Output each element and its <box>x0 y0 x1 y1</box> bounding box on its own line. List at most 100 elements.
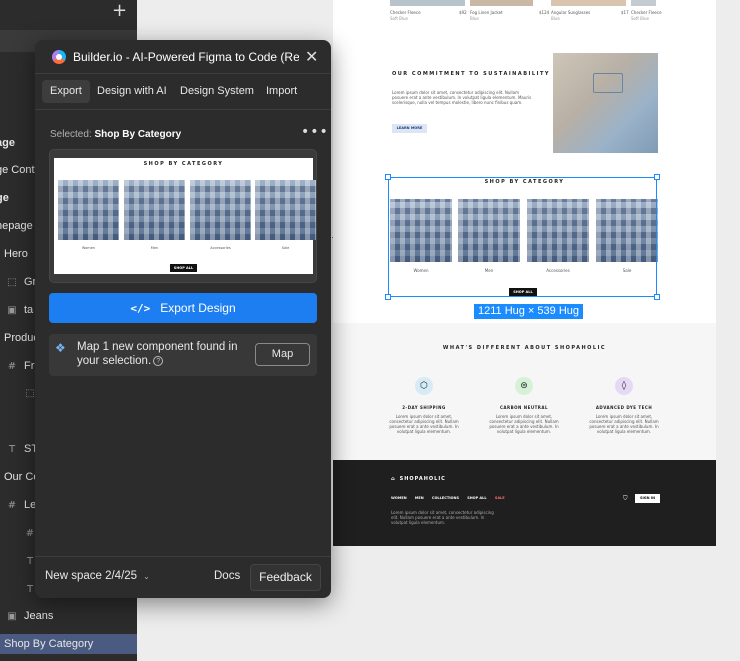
layer-row-selected[interactable]: Shop By Category <box>0 634 137 654</box>
preview-label: Accessories <box>210 246 231 250</box>
layer-label: ge Cont <box>0 164 35 176</box>
map-component-banner: ❖ Map 1 new component found in your sele… <box>49 334 317 376</box>
footer-nav-item[interactable]: SALE <box>495 496 505 500</box>
layer-row[interactable]: nepage <box>0 216 33 236</box>
text-icon: T <box>8 444 16 455</box>
resize-handle[interactable] <box>385 174 391 180</box>
help-icon[interactable]: ? <box>153 355 164 366</box>
preview-title: SHOP BY CATEGORY <box>143 161 224 167</box>
tab-import[interactable]: Import <box>258 80 305 103</box>
code-icon: </> <box>130 302 151 315</box>
tab-design-system[interactable]: Design System <box>172 80 262 103</box>
resize-handle[interactable] <box>654 174 660 180</box>
selected-name: Shop By Category <box>94 129 182 140</box>
features-title: WHAT'S DIFFERENT ABOUT SHOPAHOLIC <box>442 345 607 351</box>
bag-icon: ⌂ <box>391 476 396 482</box>
footer-body: Lorem ipsum dolor sit amet, consectetur … <box>391 510 494 525</box>
layer-row[interactable]: ▣ ta <box>6 300 33 320</box>
jeans-pocket <box>593 73 623 93</box>
space-name: New space 2/4/25 <box>45 570 138 582</box>
footer-logo[interactable]: ⌂ SHOPAHOLIC <box>391 476 446 482</box>
footer-nav-item[interactable]: SHOP ALL <box>467 496 486 500</box>
layer-row[interactable]: # Fr <box>6 356 35 376</box>
feature-body: Lorem ipsum dolor sit amet, consectetur … <box>589 414 659 434</box>
layer-label: ge <box>0 192 9 204</box>
add-icon[interactable]: + <box>112 0 127 21</box>
builder-plugin-window: Builder.io - AI-Powered Figma to Code (R… <box>35 40 331 598</box>
map-button[interactable]: Map <box>255 343 310 366</box>
cart-icon[interactable]: ⛉ <box>623 495 628 503</box>
preview-label: Sale <box>281 246 290 250</box>
feature-card: ⬡ 2-DAY SHIPPING Lorem ipsum dolor sit a… <box>384 377 464 434</box>
layer-label: ta <box>24 304 34 316</box>
sign-in-button[interactable]: SIGN IN <box>635 494 660 503</box>
layer-label: nepage <box>0 220 33 232</box>
layer-label: Fr <box>24 360 35 372</box>
selection-box[interactable] <box>385 174 660 300</box>
layer-label: Jeans <box>24 610 54 622</box>
layer-row[interactable]: age <box>0 133 15 153</box>
layer-label: Shop By Category <box>4 638 94 650</box>
docs-link[interactable]: Docs <box>214 570 240 582</box>
footer-nav-item[interactable]: COLLECTIONS <box>432 496 459 500</box>
tab-export[interactable]: Export <box>42 80 90 103</box>
more-options-icon[interactable]: ••• <box>301 124 329 140</box>
site-footer: ⌂ SHOPAHOLIC WOMEN MEN COLLECTIONS SHOP A… <box>333 460 716 546</box>
layer-row[interactable]: ge <box>0 188 9 208</box>
selection-preview: SHOP BY CATEGORY Women Men Accessories S… <box>49 149 317 283</box>
product-name: Fog Linen Jacket <box>470 10 503 15</box>
hash-icon: # <box>7 361 17 372</box>
feature-body: Lorem ipsum dolor sit amet, consectetur … <box>389 414 459 434</box>
hash-icon: # <box>7 500 17 511</box>
layer-row[interactable]: Hero <box>4 244 28 264</box>
resize-handle[interactable] <box>654 294 660 300</box>
plugin-footer: New space 2/4/25 ⌄ Docs Feedback <box>35 556 331 598</box>
layer-label: age <box>0 137 15 149</box>
product-sub: Blue <box>470 16 479 21</box>
product-name: Angular Sunglasses <box>551 10 591 15</box>
layer-row[interactable]: # Le <box>6 495 36 515</box>
footer-nav-item[interactable]: MEN <box>415 496 424 500</box>
selected-label: Selected: Shop By Category <box>50 129 181 140</box>
product-sub: Blue <box>551 16 560 21</box>
space-selector[interactable]: New space 2/4/25 ⌄ <box>45 570 150 582</box>
product-name: Checker Fleece <box>390 10 421 15</box>
resize-handle[interactable] <box>385 294 391 300</box>
globe-icon: ⊜ <box>515 377 533 395</box>
layer-row[interactable]: ⬚ Gr <box>6 272 36 292</box>
product-image <box>551 0 626 6</box>
layer-label: Hero <box>4 248 28 260</box>
features-section: WHAT'S DIFFERENT ABOUT SHOPAHOLIC ⬡ 2-DA… <box>333 323 716 460</box>
chevron-down-icon: ⌄ <box>143 572 150 581</box>
preview-label: Women <box>81 246 96 250</box>
plugin-title: Builder.io - AI-Powered Figma to Code (R… <box>73 50 299 64</box>
product-sub: Soft Blue <box>631 16 650 21</box>
product-row: Checker Fleece $92 Soft Blue Fog Linen J… <box>333 0 716 24</box>
layer-row[interactable]: ▣ Jeans <box>6 606 53 626</box>
image-icon: ▣ <box>7 305 17 316</box>
layer-row[interactable]: Produc <box>4 328 39 348</box>
feature-card: ◊ ADVANCED DYE TECH Lorem ipsum dolor si… <box>584 377 664 434</box>
preview-tile <box>58 180 119 240</box>
plugin-tabs: Export Design with AI Design System Impo… <box>35 74 331 110</box>
product-image <box>390 0 465 6</box>
feature-title: 2-DAY SHIPPING <box>402 405 446 410</box>
selection-size-badge: 1211 Hug × 539 Hug <box>474 304 584 319</box>
component-icon: ❖ <box>55 341 66 355</box>
sustainability-title: OUR COMMITMENT TO SUSTAINABILITY <box>392 71 550 77</box>
preview-tile <box>255 180 316 240</box>
learn-more-button[interactable]: LEARN MORE <box>392 124 427 133</box>
close-icon[interactable]: ✕ <box>305 47 318 66</box>
layer-row[interactable]: T ST <box>6 439 38 459</box>
preview-image: SHOP BY CATEGORY Women Men Accessories S… <box>54 158 316 274</box>
feedback-button[interactable]: Feedback <box>250 564 321 591</box>
footer-nav-item[interactable]: WOMEN <box>391 496 407 500</box>
tab-design-with-ai[interactable]: Design with AI <box>89 80 175 103</box>
feature-title: CARBON NEUTRAL <box>499 405 549 410</box>
export-design-button[interactable]: </> Export Design <box>49 293 317 323</box>
product-price: $92 <box>459 10 467 15</box>
layer-row[interactable]: ge Cont <box>0 160 35 180</box>
footer-nav: WOMEN MEN COLLECTIONS SHOP ALL SALE <box>391 496 512 500</box>
plugin-header[interactable]: Builder.io - AI-Powered Figma to Code (R… <box>35 40 331 74</box>
product-price: $17 <box>621 10 629 15</box>
